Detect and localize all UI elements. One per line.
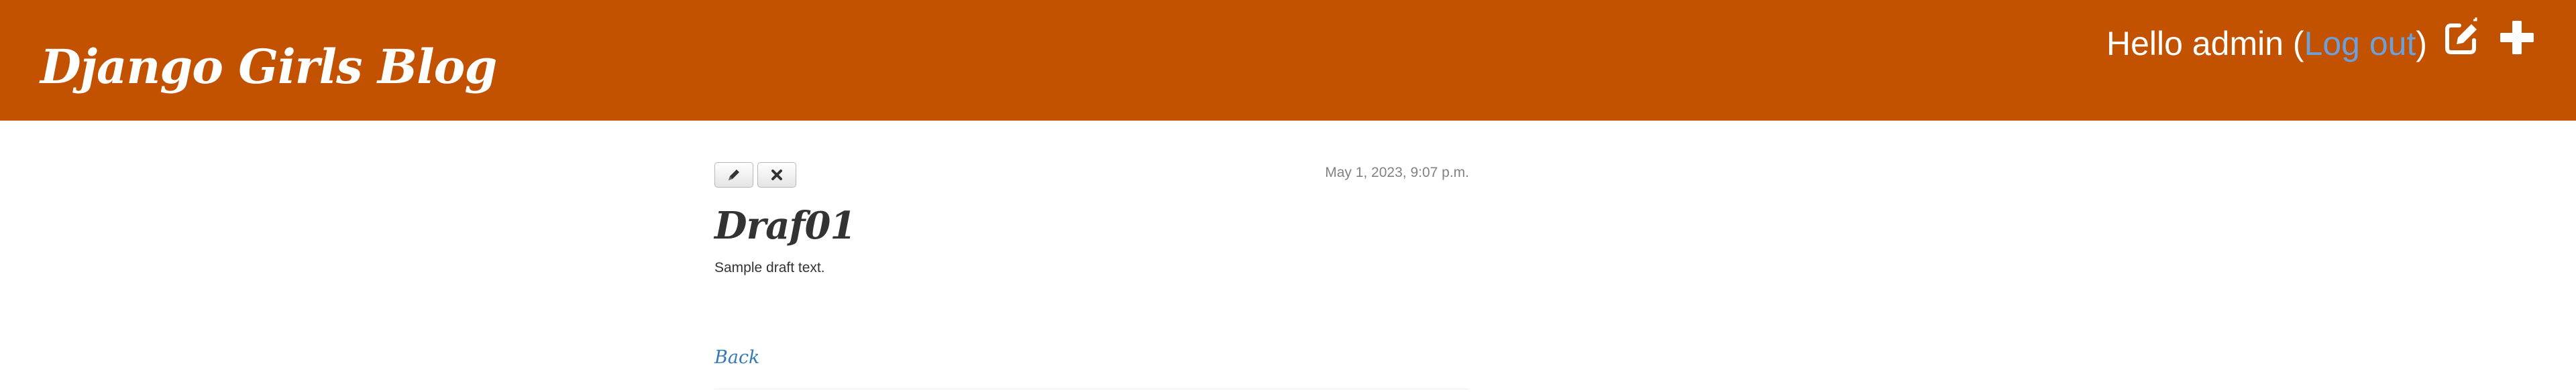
- post-detail: May 1, 2023, 9:07 p.m. Draf01 Sample dra…: [714, 161, 1469, 392]
- plus-icon[interactable]: [2497, 17, 2537, 58]
- user-greeting: Hello admin (Log out): [2106, 20, 2427, 67]
- edit-post-button[interactable]: [714, 162, 753, 188]
- page-header: Django Girls Blog Hello admin (Log out): [0, 0, 2576, 121]
- remove-icon: [770, 168, 784, 182]
- pencil-icon: [727, 168, 741, 182]
- back-link[interactable]: Back: [714, 347, 759, 368]
- delete-post-button[interactable]: [757, 162, 796, 188]
- greeting-close: ): [2416, 25, 2428, 62]
- greeting-text: Hello admin (: [2106, 25, 2304, 62]
- logout-link[interactable]: Log out: [2304, 24, 2416, 63]
- post-date: May 1, 2023, 9:07 p.m.: [1325, 165, 1469, 180]
- site-title[interactable]: Django Girls Blog: [40, 34, 497, 101]
- edit-draft-icon[interactable]: [2442, 17, 2482, 58]
- post-title: Draf01: [714, 204, 856, 248]
- post-text: Sample draft text.: [714, 260, 825, 275]
